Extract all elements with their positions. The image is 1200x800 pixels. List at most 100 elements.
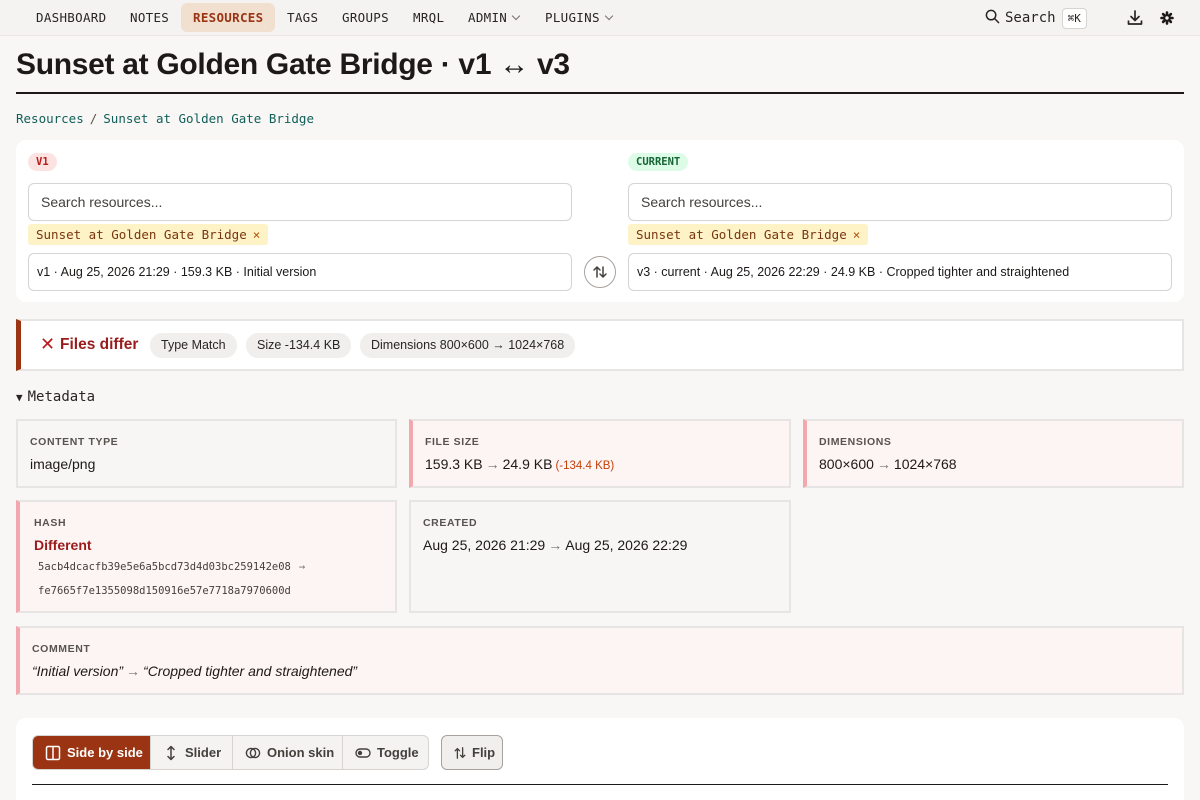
swap-vertical-icon [454,747,466,759]
arrow-right-icon: → [485,456,500,472]
hash-label: HASH [34,517,67,529]
left-resource-search-input[interactable] [28,183,572,221]
breadcrumb-resources-link[interactable]: Resources [16,111,84,126]
dimensions-diff-pill: Dimensions 800×600 → 1024×768 [360,333,576,358]
metadata-toggle[interactable]: ▼ Metadata [16,389,95,405]
arrow-right-icon: → [548,537,563,553]
created-value: Aug 25, 2026 21:29 → Aug 25, 2026 22:29 [423,537,687,553]
content-type-label: CONTENT TYPE [30,436,119,448]
created-from: Aug 25, 2026 21:29 [423,537,546,553]
chevron-down-icon [511,11,521,21]
download-button[interactable] [1125,8,1145,28]
overlap-circles-icon [245,747,261,759]
hash-from: 5acb4dcacfb39e5e6a5bcd73d4d03bc259142e08… [38,561,308,573]
compare-mode-group: Side by side Slider Onion skin Toggle [32,735,429,770]
mode-slider-button[interactable]: Slider [151,736,233,769]
settings-button[interactable] [1157,8,1177,28]
comment-label: COMMENT [32,643,91,655]
file-size-value: 159.3 KB → 24.9 KB (-134.4 KB) [425,456,614,472]
left-version-badge: V1 [28,153,57,171]
search-label: Search [1005,10,1056,26]
breadcrumb-separator: / [89,111,98,126]
content-type-value: image/png [30,456,96,472]
mode-toggle-label: Toggle [377,745,419,760]
version-picker: V1 Sunset at Golden Gate Bridge × v1 · Au… [16,140,1184,302]
right-resource-chip: Sunset at Golden Gate Bridge × [628,224,869,245]
global-search-button[interactable]: Search ⌘K [985,7,1087,29]
file-size-from: 159.3 KB [425,456,483,472]
chevron-down-icon [604,11,614,21]
dimensions-card: DIMENSIONS 800×600 → 1024×768 [803,419,1184,488]
breadcrumb: Resources / Sunset at Golden Gate Bridge [16,111,314,126]
page-title: Sunset at Golden Gate Bridge · v1 ↔ v3 [16,48,570,81]
download-icon [1127,10,1143,25]
nav-dashboard[interactable]: DASHBOARD [24,3,118,32]
mode-toggle-button[interactable]: Toggle [343,736,428,769]
nav-groups[interactable]: GROUPS [330,3,401,32]
hash-to: fe7665f7e1355098d150916e57e7718a7970600d [38,585,291,597]
nav-plugins[interactable]: PLUGINS [533,3,624,32]
swap-vertical-icon [593,266,607,278]
arrow-right-icon: → [126,663,141,679]
mode-onion-skin-button[interactable]: Onion skin [233,736,343,769]
file-size-delta: (-134.4 KB) [555,460,615,472]
comment-to: “Cropped tighter and straightened” [143,663,358,679]
right-resource-chip-label: Sunset at Golden Gate Bridge [636,227,847,242]
created-label: CREATED [423,517,478,529]
arrow-right-icon: → [298,561,306,573]
mode-onion-skin-label: Onion skin [267,745,335,760]
hash-from-value: 5acb4dcacfb39e5e6a5bcd73d4d03bc259142e08 [38,561,291,573]
nav-admin-label: ADMIN [468,10,508,25]
comment-from: “Initial version” [32,663,124,679]
title-divider [16,92,1184,94]
columns-icon [45,745,61,761]
comment-value: “Initial version” → “Cropped tighter and s… [32,663,357,679]
close-icon[interactable]: × [253,227,261,242]
comment-card: COMMENT “Initial version” → “Cropped tight… [16,626,1184,695]
flip-button[interactable]: Flip [441,735,503,770]
dimensions-to: 1024×768 [893,456,957,472]
type-match-pill: Type Match [150,333,237,358]
nav-plugins-label: PLUGINS [545,10,600,25]
flip-label: Flip [472,745,496,760]
toggle-icon [355,748,371,758]
left-version-select[interactable]: v1 · Aug 25, 2026 21:29 · 159.3 KB · Ini… [28,253,572,291]
nav-tags[interactable]: TAGS [275,3,330,32]
file-size-to: 24.9 KB [502,456,553,472]
right-resource-search-input[interactable] [628,183,1172,221]
search-icon [985,9,1000,24]
dimensions-from: 800×600 [819,456,874,472]
nav-mrql[interactable]: MRQL [401,3,456,32]
right-version-select[interactable]: v3 · current · Aug 25, 2026 22:29 · 24.9… [628,253,1172,291]
created-card: CREATED Aug 25, 2026 21:29 → Aug 25, 2026 … [409,500,791,613]
vertical-resize-icon [167,745,175,761]
left-resource-chip: Sunset at Golden Gate Bridge × [28,224,269,245]
dimensions-label: DIMENSIONS [819,436,892,448]
nav-admin[interactable]: ADMIN [456,3,531,32]
mode-slider-label: Slider [185,745,222,760]
dimensions-value: 800×600 → 1024×768 [819,456,957,472]
breadcrumb-current[interactable]: Sunset at Golden Gate Bridge [103,111,314,126]
swap-versions-button[interactable] [584,256,616,288]
top-nav: DASHBOARD NOTES RESOURCES TAGS GROUPS MR… [0,0,1200,36]
left-resource-chip-label: Sunset at Golden Gate Bridge [36,227,247,242]
mode-side-by-side-label: Side by side [67,745,143,760]
diff-status: Files differ [60,336,139,353]
created-to: Aug 25, 2026 22:29 [565,537,688,553]
search-shortcut: ⌘K [1061,8,1087,29]
arrow-right-icon: → [876,456,891,472]
content-type-card: CONTENT TYPE image/png [16,419,397,488]
mode-side-by-side-button[interactable]: Side by side [33,736,151,769]
x-icon: ✕ [40,334,56,354]
diff-summary: ✕ Files differ Type Match Size -134.4 KB… [16,319,1184,371]
compare-divider [32,784,1168,785]
compare-panel: Side by side Slider Onion skin Toggle Fl… [16,718,1184,800]
file-size-card: FILE SIZE 159.3 KB → 24.9 KB (-134.4 KB) [409,419,791,488]
nav-resources[interactable]: RESOURCES [181,3,276,32]
right-version-badge: CURRENT [628,153,689,171]
nav-notes[interactable]: NOTES [118,3,181,32]
close-icon[interactable]: × [853,227,861,242]
triangle-down-icon: ▼ [16,391,23,404]
hash-card: HASH Different 5acb4dcacfb39e5e6a5bcd73d… [16,500,397,613]
gear-icon [1160,11,1174,25]
